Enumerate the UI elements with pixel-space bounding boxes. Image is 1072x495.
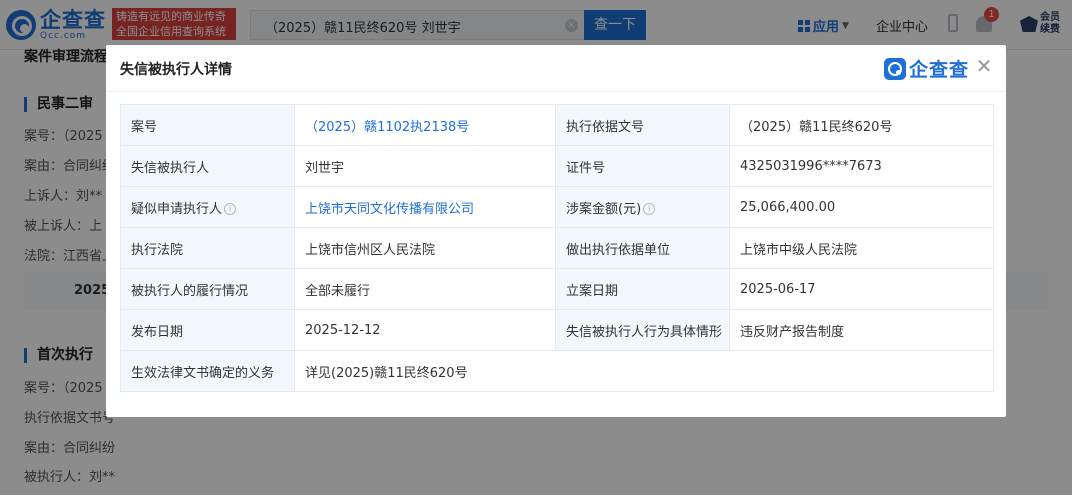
dishonest-person-detail-modal: 失信被执行人详情 企查查 ✕ 案号 （2025）赣1102执2138号 执行依据… [106, 45, 1006, 417]
label-applicant-text: 疑似申请执行人 [131, 201, 223, 217]
label-basis-issuer: 做出执行依据单位 [555, 227, 730, 269]
label-applicant: 疑似申请执行人 i [120, 186, 295, 228]
table-row: 失信被执行人 刘世宇 证件号 4325031996****7673 [120, 145, 994, 187]
info-icon[interactable]: i [643, 203, 656, 215]
table-row: 案号 （2025）赣1102执2138号 执行依据文号 （2025）赣11民终6… [120, 104, 994, 146]
label-executing-court: 执行法院 [120, 227, 295, 269]
info-icon[interactable]: i [224, 203, 237, 215]
modal-divider [106, 91, 1006, 92]
value-dishonest-person: 刘世宇 [294, 145, 556, 187]
label-case-number: 案号 [120, 104, 295, 146]
value-publish-date: 2025-12-12 [294, 309, 556, 351]
value-executing-court: 上饶市信州区人民法院 [294, 227, 556, 269]
value-applicant: 上饶市天同文化传播有限公司 [294, 186, 556, 228]
applicant-company-link[interactable]: 上饶市天同文化传播有限公司 [305, 202, 474, 217]
table-row: 生效法律文书确定的义务 详见(2025)赣11民终620号 [120, 350, 994, 392]
label-publish-date: 发布日期 [120, 309, 295, 351]
value-case-number: （2025）赣1102执2138号 [294, 104, 556, 146]
value-amount: 25,066,400.00 [729, 186, 994, 228]
table-row: 被执行人的履行情况 全部未履行 立案日期 2025-06-17 [120, 268, 994, 310]
table-row: 执行法院 上饶市信州区人民法院 做出执行依据单位 上饶市中级人民法院 [120, 227, 994, 269]
label-amount: 涉案金额(元) i [555, 186, 730, 228]
value-basis-doc-number: （2025）赣11民终620号 [729, 104, 994, 146]
label-performance: 被执行人的履行情况 [120, 268, 295, 310]
brand-logo-icon [884, 57, 906, 80]
label-filing-date: 立案日期 [555, 268, 730, 310]
label-dishonest-behavior: 失信被执行人行为具体情形 [555, 309, 730, 351]
value-performance: 全部未履行 [294, 268, 556, 310]
close-icon[interactable]: ✕ [974, 55, 994, 77]
label-dishonest-person: 失信被执行人 [120, 145, 295, 187]
modal-brand-logo: 企查查 [884, 55, 969, 82]
value-basis-issuer: 上饶市中级人民法院 [729, 227, 994, 269]
value-dishonest-behavior: 违反财产报告制度 [729, 309, 994, 351]
modal-title: 失信被执行人详情 [120, 62, 232, 78]
case-number-link[interactable]: （2025）赣1102执2138号 [305, 120, 469, 135]
label-id-number: 证件号 [555, 145, 730, 187]
detail-table: 案号 （2025）赣1102执2138号 执行依据文号 （2025）赣11民终6… [120, 104, 994, 392]
label-basis-doc-number: 执行依据文号 [555, 104, 730, 146]
value-filing-date: 2025-06-17 [729, 268, 994, 310]
table-row: 疑似申请执行人 i 上饶市天同文化传播有限公司 涉案金额(元) i 25,066,4… [120, 186, 994, 228]
label-amount-text: 涉案金额(元) [566, 201, 642, 217]
table-row: 发布日期 2025-12-12 失信被执行人行为具体情形 违反财产报告制度 [120, 309, 994, 351]
brand-name: 企查查 [909, 59, 970, 81]
label-legal-obligation: 生效法律文书确定的义务 [120, 350, 295, 392]
value-id-number: 4325031996****7673 [729, 145, 994, 187]
value-legal-obligation: 详见(2025)赣11民终620号 [294, 350, 994, 392]
